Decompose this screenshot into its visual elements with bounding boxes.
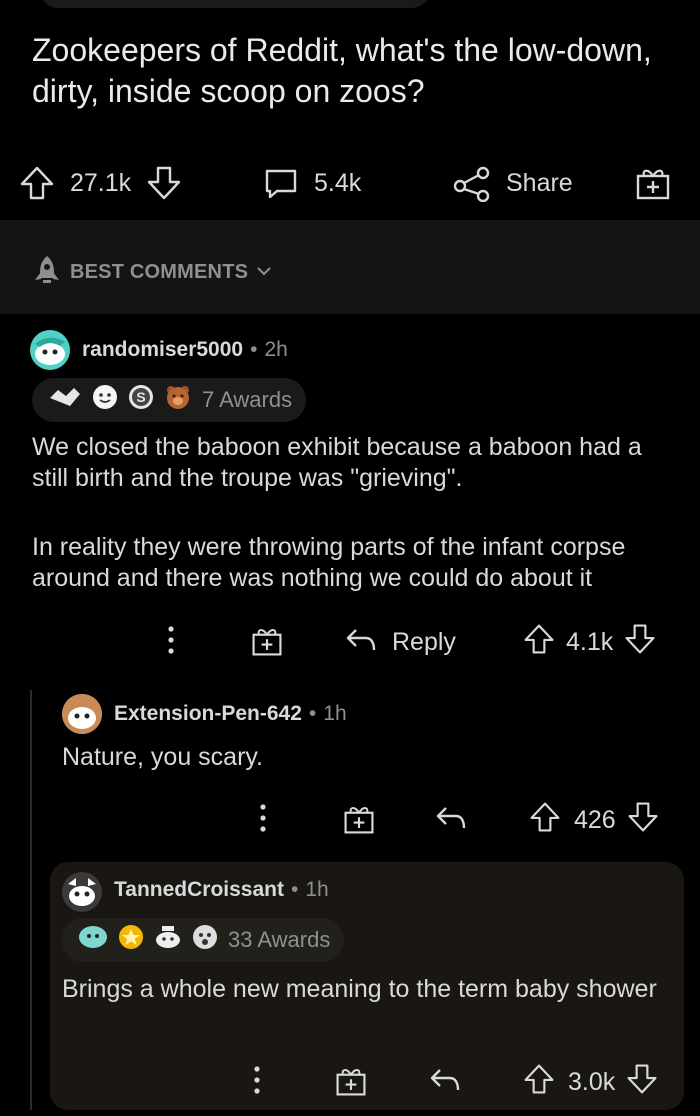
share-icon [452,164,492,202]
sort-label: BEST COMMENTS [70,261,249,283]
comment-meta: TannedCroissant • 1h [114,878,329,902]
award-button[interactable] [634,164,672,202]
award-icon-bear [164,383,192,417]
share-button[interactable]: Share [452,164,573,202]
award-icon-snoo [154,924,182,956]
comment-time: 1h [305,878,329,901]
comment-body: We closed the baboon exhibit because a b… [32,432,682,594]
comment-icon [262,164,300,202]
upvote-icon[interactable] [522,622,556,663]
downvote-icon[interactable] [623,622,657,663]
gift-icon[interactable] [342,802,376,841]
comments-button[interactable]: 5.4k [262,164,361,202]
comment-body: Nature, you scary. [62,743,264,771]
comment-vote-group: 3.0k [522,1062,659,1103]
award-icon-handshake [48,384,82,416]
post-action-row: 27.1k 5.4k Share [0,160,700,206]
rocket-icon [32,254,62,291]
comment-body: Brings a whole new meaning to the term b… [62,975,657,1003]
comment-actions: Reply 4.1k [160,620,680,660]
share-label: Share [506,168,573,197]
comment-meta: randomiser5000 • 2h [82,338,288,362]
thread-line[interactable] [30,690,32,1110]
award-icon-star [118,924,144,956]
comment-sort-bar[interactable]: BEST COMMENTS [0,220,700,314]
comment-username[interactable]: randomiser5000 [82,338,243,362]
more-icon[interactable] [166,624,176,661]
awards-count: 33 Awards [228,927,331,952]
post-title: Zookeepers of Reddit, what's the low-dow… [32,32,652,109]
avatar[interactable] [30,330,70,370]
post-upvote-count: 27.1k [70,168,132,197]
avatar[interactable] [62,694,102,734]
vote-count: 426 [574,806,616,834]
comment-username[interactable]: TannedCroissant [114,878,284,902]
comment-vote-group: 4.1k [522,622,657,663]
comment-paragraph: In reality they were throwing parts of t… [32,533,626,592]
gift-icon[interactable] [334,1064,368,1103]
reply-icon[interactable] [428,1064,462,1101]
gift-icon[interactable] [250,624,284,663]
post-vote-group: 27.1k [18,164,183,202]
svg-text:S: S [136,389,145,405]
award-icon-blue [78,924,108,956]
upvote-icon[interactable] [528,800,562,841]
comment-meta: Extension-Pen-642 • 1h [114,702,347,726]
reply-button[interactable]: Reply [344,624,456,661]
downvote-icon[interactable] [145,164,183,202]
chevron-down-icon [256,264,272,282]
comment-paragraph: We closed the baboon exhibit because a b… [32,433,642,492]
award-icon-gasp [192,924,218,956]
upvote-icon[interactable] [18,164,56,202]
awards-pill[interactable]: 33 Awards [62,918,345,962]
avatar[interactable] [62,872,102,912]
more-icon[interactable] [252,1064,262,1101]
comment-vote-group: 426 [528,800,660,841]
comment-actions: 3.0k [244,1060,680,1100]
gift-icon [634,164,672,202]
downvote-icon[interactable] [626,800,660,841]
comment-time: 1h [323,702,347,725]
comment-actions: 426 [250,798,680,838]
upvote-icon[interactable] [522,1062,556,1103]
downvote-icon[interactable] [625,1062,659,1103]
award-icon-silver: S [128,384,154,416]
awards-count: 7 Awards [202,387,293,412]
awards-pill[interactable]: S 7 Awards [32,378,307,422]
reply-icon[interactable] [434,802,468,839]
award-icon-wholesome [92,384,118,416]
vote-count: 3.0k [568,1068,616,1096]
search-bar-stub[interactable] [40,0,430,8]
more-icon[interactable] [258,802,268,839]
comment-username[interactable]: Extension-Pen-642 [114,702,302,726]
reply-icon [344,624,378,661]
reply-label: Reply [392,628,456,656]
comment-count: 5.4k [314,168,362,197]
vote-count: 4.1k [566,628,614,656]
comment-time: 2h [264,338,288,361]
